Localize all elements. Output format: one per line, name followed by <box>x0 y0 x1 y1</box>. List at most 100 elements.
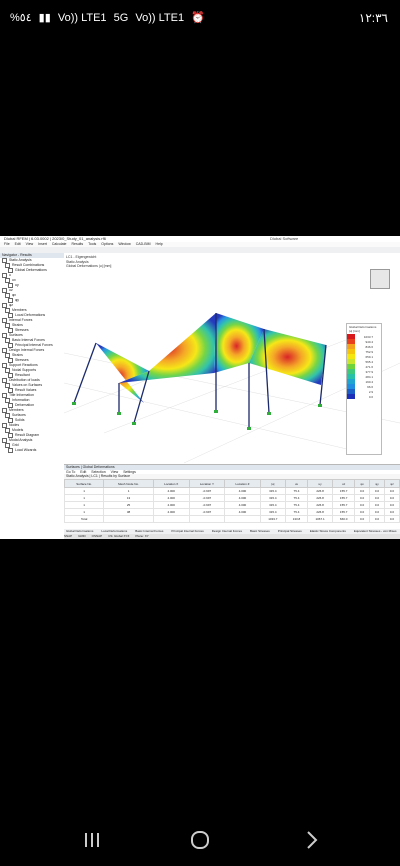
support-nodes <box>72 402 322 430</box>
table-row[interactable]: 1 13 4.000 -0.997 4.000 315.4 75.4 226.8 155.7 0.… <box>63 494 400 502</box>
table-cell: Total <box>63 515 105 523</box>
checkbox-icon[interactable] <box>8 448 13 453</box>
back-button[interactable] <box>300 828 324 852</box>
status-toggle[interactable]: SNAP <box>64 534 72 538</box>
column-header[interactable]: ux <box>285 479 308 488</box>
column-header[interactable]: φx <box>354 479 371 488</box>
column-header[interactable]: φy <box>369 479 385 488</box>
results-tab[interactable]: Elastic Stress Components <box>308 529 346 533</box>
clock: ١٢:٣٦ <box>358 11 388 25</box>
legend-value: 940.4 <box>365 339 373 344</box>
status-toggle[interactable]: GRID <box>78 534 86 538</box>
results-table-panel: Surfaces | Global Deformations Go To Edi… <box>63 464 400 539</box>
menu-view[interactable]: View <box>26 242 34 246</box>
column-header[interactable]: Location Y <box>188 479 226 488</box>
table-row[interactable]: 1 25 4.000 -0.997 4.000 315.4 75.4 226.8 155.7 0.… <box>63 501 400 509</box>
table-cell: 226.8 <box>306 487 334 495</box>
battery-percent: %٥٤ <box>10 12 32 24</box>
legend-row: 0.0 <box>347 394 381 399</box>
android-navigation-bar <box>0 810 400 866</box>
menu-results[interactable]: Results <box>71 242 83 246</box>
menu-cad-bim[interactable]: CAD-BIM <box>136 242 151 246</box>
column-header[interactable]: φz <box>383 479 400 488</box>
table-cell: 226.8 <box>306 494 334 502</box>
menu-help[interactable]: Help <box>156 242 163 246</box>
table-cell: 4.000 <box>224 508 261 516</box>
table-cell: 133.8 <box>285 515 308 523</box>
navigator-tree: Static Analysis Result Combinations Global… <box>0 258 64 453</box>
table-cell: 4.000 <box>152 494 190 502</box>
table-row[interactable]: 1 38 4.000 -0.997 4.000 315.4 75.4 226.8 155.7 0.… <box>63 508 400 516</box>
navigator-item-label: uy <box>15 283 19 287</box>
table-cell: -0.997 <box>188 487 226 495</box>
table-cell: 25 <box>103 501 154 509</box>
column-header[interactable]: Surface No. <box>63 479 105 488</box>
results-tab[interactable]: Equivalent Stresses - von Mises <box>352 529 397 533</box>
table-cell: 0.0 <box>354 515 371 523</box>
column-header[interactable]: uy <box>306 479 334 488</box>
menu-insert[interactable]: Insert <box>38 242 47 246</box>
results-tab[interactable]: Principal Stresses <box>276 529 302 533</box>
view-cube[interactable] <box>370 269 390 289</box>
menu-options[interactable]: Options <box>101 242 113 246</box>
results-tab[interactable]: Design Internal Forces <box>210 529 242 533</box>
legend-value: 284.1 <box>365 374 373 379</box>
table-cell: 315.4 <box>259 487 287 495</box>
table-cell: 155.7 <box>332 501 356 509</box>
table-cell: 1067.1 <box>306 515 334 523</box>
table-cell: 13 <box>103 494 154 502</box>
table-cell: 660.0 <box>332 515 356 523</box>
navigator-panel: Navigator - Results Static Analysis Resul… <box>0 253 65 539</box>
navigator-item-label: φy <box>15 298 20 302</box>
results-tab[interactable]: Local Deformations <box>99 529 127 533</box>
column-header[interactable]: |u| <box>259 479 287 488</box>
table-cell: 315.4 <box>259 494 287 502</box>
table-cell: -0.997 <box>188 494 226 502</box>
results-tab[interactable]: Basic Stresses <box>248 529 270 533</box>
legend-title: Global Deformations |u| [mm] <box>349 325 377 333</box>
column-header[interactable]: uz <box>332 479 356 488</box>
recent-apps-button[interactable] <box>80 828 104 852</box>
legend-value: 377.9 <box>365 369 373 374</box>
table-cell: 0.0 <box>369 515 385 523</box>
table-cell: 4.000 <box>224 494 261 502</box>
home-button[interactable] <box>188 828 212 852</box>
status-icons: %٥٤ ▮▮ Vo)) LTE1 5G Vo)) LTE1 ⏰ <box>10 10 209 26</box>
table-cell: 0.0 <box>383 501 400 509</box>
menu-file[interactable]: File <box>4 242 10 246</box>
menu-calculate[interactable]: Calculate <box>52 242 67 246</box>
legend-value: 471.6 <box>365 364 373 369</box>
table-cell: 155.7 <box>332 508 356 516</box>
column-header[interactable]: Location X <box>152 479 190 488</box>
phone-status-bar: %٥٤ ▮▮ Vo)) LTE1 5G Vo)) LTE1 ⏰ ١٢:٣٦ <box>0 0 400 36</box>
table-cell: 4.000 <box>224 501 261 509</box>
legend-value: 565.4 <box>365 359 373 364</box>
table-row[interactable]: 1 1 4.000 -0.997 4.000 315.4 75.4 226.8 155.7 0.0… <box>63 487 400 495</box>
legend-value: 659.1 <box>365 354 373 359</box>
menu-tools[interactable]: Tools <box>88 242 96 246</box>
results-tab[interactable]: Basic Internal Forces <box>133 529 163 533</box>
results-table: Surface No. Mesh Node No. Location X Locati… <box>63 479 400 523</box>
status-toggle[interactable]: CS: Global XYZ <box>108 534 129 538</box>
results-tab[interactable]: Principal Internal Forces <box>169 529 203 533</box>
contour-legend: Global Deformations |u| [mm] 1033.7 940.4… <box>346 323 382 455</box>
status-toggle[interactable]: Plane: XY <box>135 534 148 538</box>
navigator-item-label: Load Wizards <box>15 448 37 452</box>
column-header[interactable]: Mesh Node No. <box>103 479 154 488</box>
network-label-2: Vo)) LTE1 <box>135 12 185 24</box>
3d-viewport[interactable]: LC1 - Eigengewicht Static Analysis Globa… <box>64 253 400 475</box>
table-cell: 0.0 <box>369 508 385 516</box>
table-cell <box>103 515 154 523</box>
table-cell: -0.997 <box>188 501 226 509</box>
results-tab[interactable]: Global Deformations <box>64 529 93 533</box>
column-header[interactable]: Location Z <box>224 479 261 488</box>
legend-value: 846.6 <box>365 344 373 349</box>
status-toggle[interactable]: OSNAP <box>92 534 103 538</box>
table-row[interactable]: Total 1033.7 133.8 1067.1 660.0 0.0 0.0 0.0 <box>63 515 400 523</box>
network-label-1: Vo)) LTE1 <box>57 12 107 24</box>
menu-edit[interactable]: Edit <box>15 242 21 246</box>
legend-value: 752.9 <box>365 349 373 354</box>
menu-window[interactable]: Window <box>118 242 130 246</box>
membrane-surface-4 <box>249 329 326 385</box>
navigator-item[interactable]: Load Wizards <box>0 448 64 453</box>
